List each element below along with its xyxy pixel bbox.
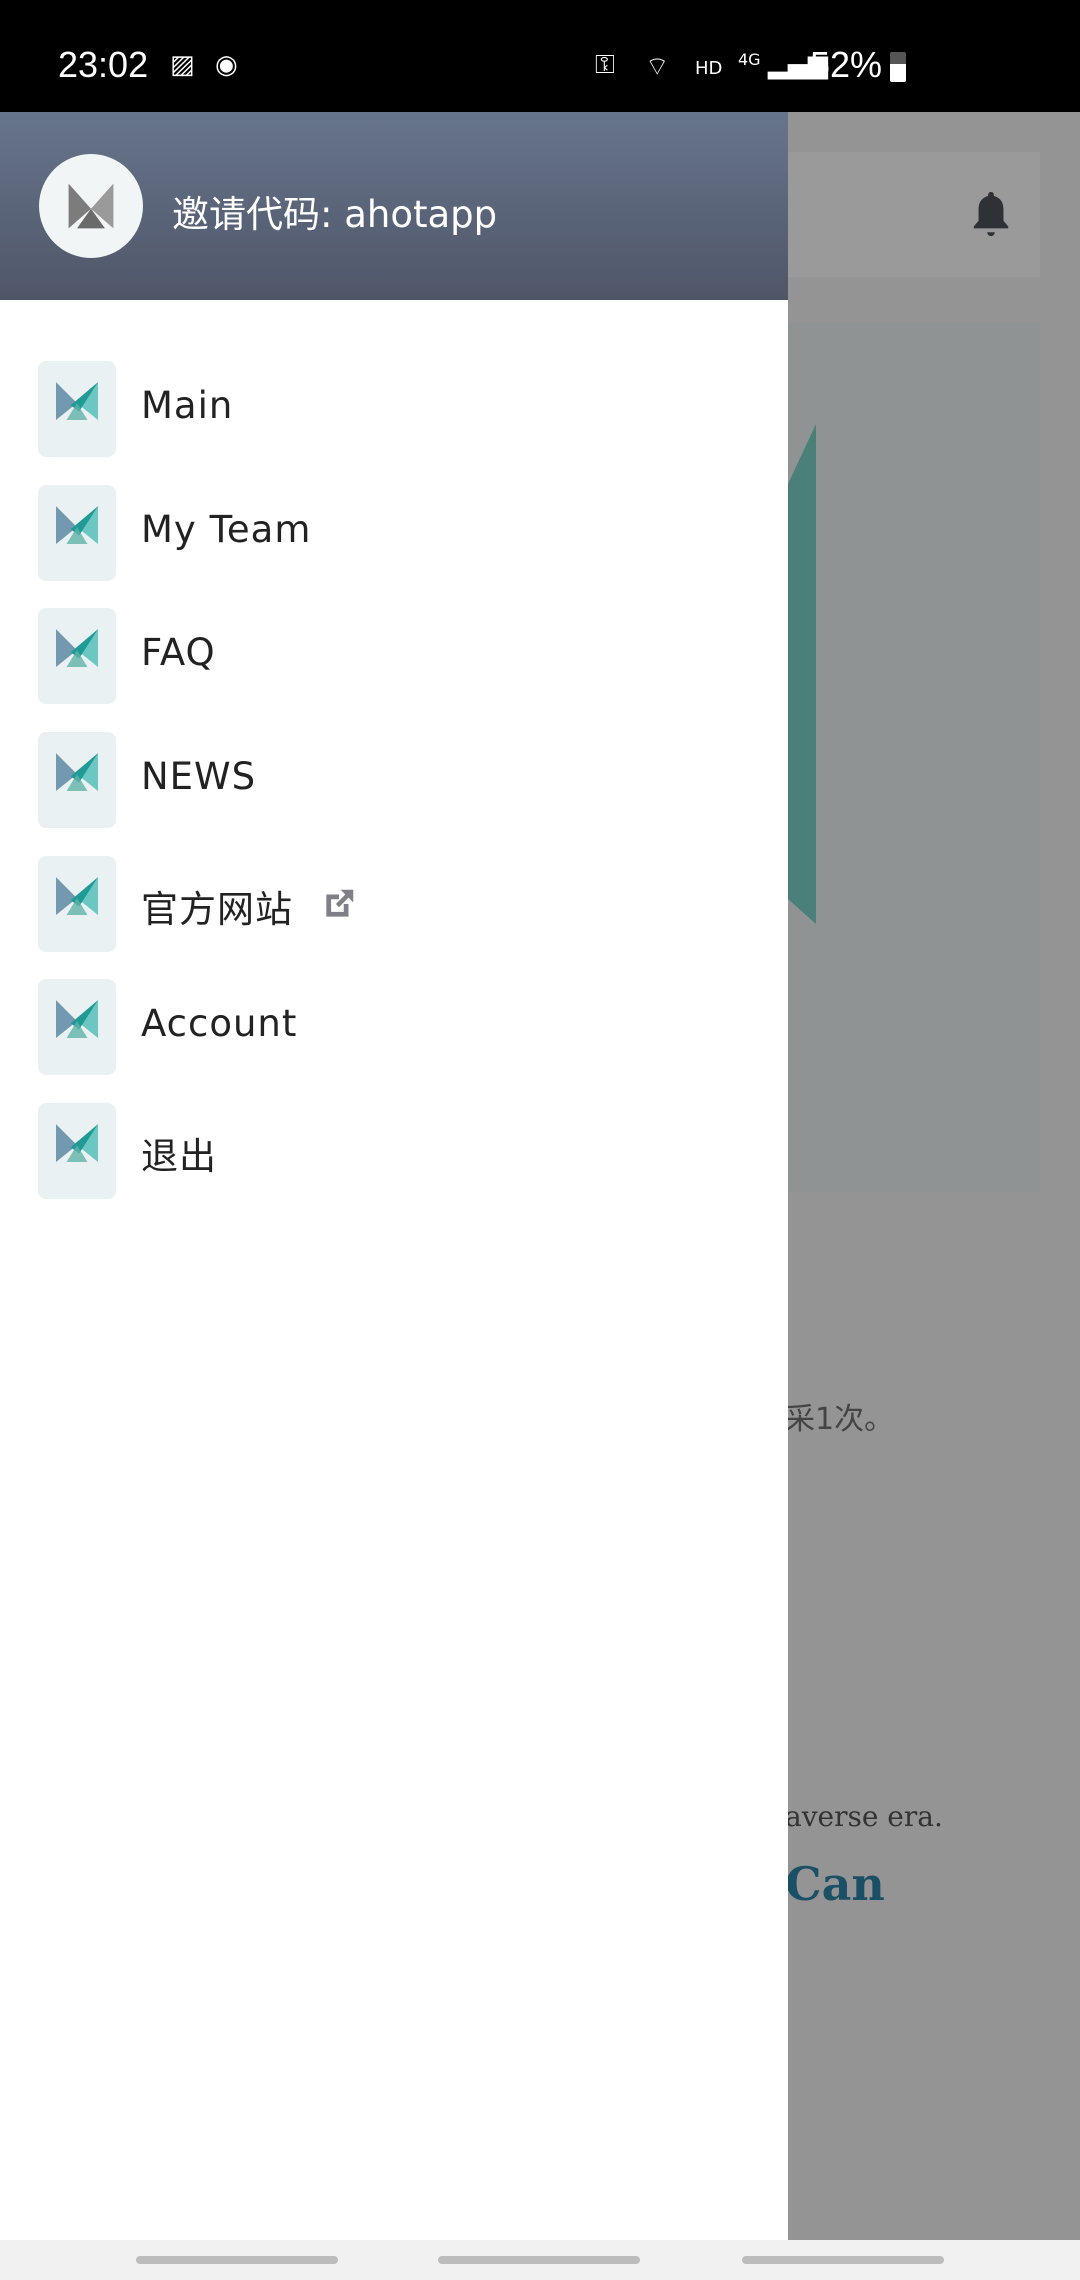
app-logo-icon (38, 485, 116, 581)
menu-item-label: NEWS (141, 755, 257, 798)
menu-item-label: FAQ (141, 631, 216, 674)
app-logo-icon (68, 183, 114, 229)
app-logo-icon (38, 856, 116, 952)
drawer-menu (0, 300, 788, 2240)
app-icon: ◉ (215, 50, 238, 80)
menu-item-faq[interactable]: FAQ (0, 601, 788, 711)
external-link-icon (326, 889, 354, 917)
menu-item-官方网站[interactable]: 官方网站 (0, 849, 788, 959)
wifi-icon: ⌔ (645, 52, 670, 82)
app-logo-icon (38, 361, 116, 457)
bell-icon[interactable] (968, 190, 1014, 240)
status-bar: 23:02 ▨ ◉ ⚿ ⌔ HD 4G ▂▄▆ 52% (0, 0, 1080, 112)
app-logo-icon (38, 732, 116, 828)
banner-graphic (788, 424, 816, 924)
nav-recents-button[interactable] (136, 2256, 338, 2264)
app-logo-icon (38, 1103, 116, 1199)
app-logo-icon (38, 608, 116, 704)
app-logo-icon (38, 979, 116, 1075)
menu-item-label: 官方网站 (141, 888, 293, 931)
clock: 23:02 (58, 44, 149, 85)
menu-item-main[interactable]: Main (0, 354, 788, 464)
menu-item-news[interactable]: NEWS (0, 725, 788, 835)
avatar[interactable] (39, 154, 143, 258)
menu-item-label: 退出 (141, 1135, 217, 1178)
battery-icon (890, 52, 906, 82)
invite-code[interactable]: 邀请代码: ahotapp (172, 184, 497, 238)
gallery-icon: ▨ (170, 50, 195, 80)
vpn-key-icon: ⚿ (595, 50, 615, 80)
nav-home-button[interactable] (438, 2256, 640, 2264)
background-text: averse era. (785, 1800, 943, 1833)
menu-item-account[interactable]: Account (0, 972, 788, 1082)
navigation-drawer: 邀请代码: ahotapp Main My Team FAQ NEWS 官方网站 Acco… (0, 112, 788, 2240)
background-text: 采1次。 (785, 1402, 895, 1437)
navigation-bar (0, 2240, 1080, 2280)
nav-back-button[interactable] (742, 2256, 944, 2264)
menu-item-label: Main (141, 384, 234, 427)
menu-item-my-team[interactable]: My Team (0, 478, 788, 588)
hero-banner (780, 322, 1040, 1192)
menu-item-label: My Team (141, 508, 312, 551)
battery-percent: 52% (810, 44, 883, 85)
background-heading: Can (785, 1857, 885, 1911)
network-label: 4G (738, 50, 761, 69)
hd-label: HD (695, 58, 723, 79)
menu-item-退出[interactable]: 退出 (0, 1096, 788, 1206)
menu-item-label: Account (141, 1002, 298, 1045)
